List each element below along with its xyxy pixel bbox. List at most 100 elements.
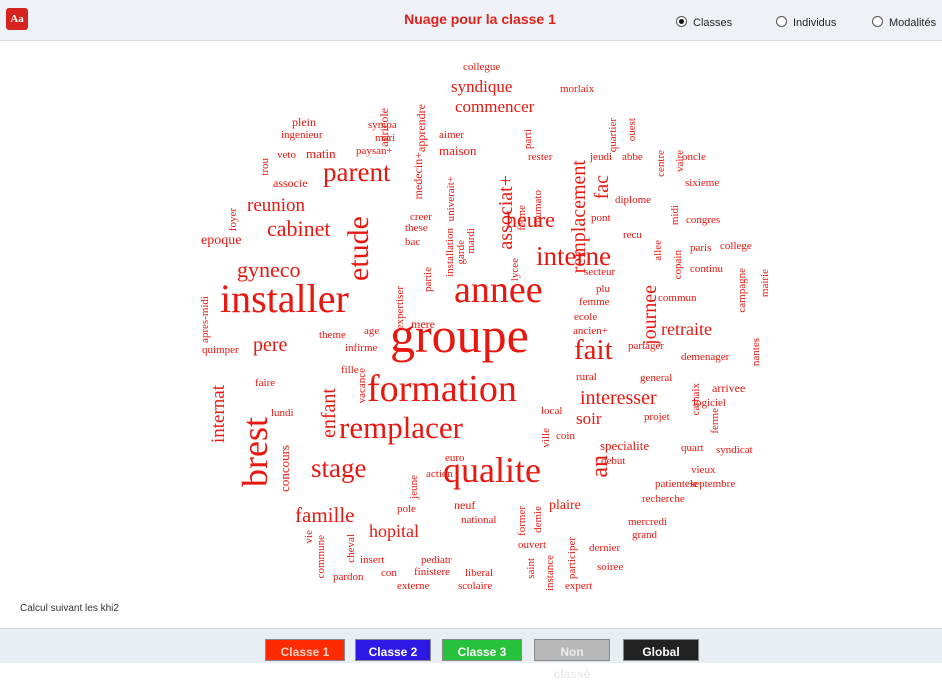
- cloud-word: aimer: [439, 129, 465, 141]
- cloud-word: pole: [397, 503, 416, 515]
- cloud-word: septembre: [690, 478, 736, 490]
- cloud-word: univerait+: [445, 176, 457, 222]
- word-cloud: collegue syndique agricole apprendre morlaix…: [0, 40, 942, 600]
- non-classe-button[interactable]: Non classé: [534, 639, 610, 681]
- cloud-word: stage: [311, 453, 367, 483]
- cloud-word: diplome: [615, 194, 652, 206]
- classe-1-button[interactable]: Classe 1: [265, 639, 345, 661]
- classe-2-button[interactable]: Classe 2: [355, 639, 431, 661]
- top-toolbar: Aa Nuage pour la classe 1 Classes Indivi…: [0, 0, 942, 41]
- cloud-word: interesser: [580, 387, 657, 409]
- cloud-word: bac: [405, 236, 421, 248]
- cloud-word: general: [640, 372, 673, 384]
- cloud-word: infirme: [345, 342, 378, 354]
- radio-unselected-icon: [872, 16, 883, 27]
- cloud-word: jeune: [408, 475, 420, 499]
- cloud-word: fac: [591, 175, 613, 200]
- cloud-word: vie: [303, 530, 315, 544]
- cloud-word: heure: [506, 207, 555, 232]
- cloud-word: annee: [454, 269, 543, 311]
- cloud-word: saint: [525, 558, 537, 579]
- cloud-word: etude: [342, 216, 375, 281]
- cloud-word: quartier: [607, 118, 619, 153]
- cloud-word: quart: [681, 442, 704, 454]
- cloud-word: jeudi: [590, 151, 612, 163]
- class-selector-bar: Classe 1 Classe 2 Classe 3 Non classé Gl…: [0, 628, 942, 681]
- cloud-word: internat: [208, 385, 229, 444]
- cloud-word: abbe: [622, 151, 643, 163]
- cloud-word: finistere: [414, 566, 451, 578]
- radio-individus[interactable]: Individus: [776, 16, 836, 29]
- cloud-word: copain: [672, 250, 684, 280]
- cloud-word: cheval: [345, 534, 357, 563]
- radio-classes[interactable]: Classes: [676, 16, 732, 29]
- cloud-word: pere: [253, 334, 288, 356]
- cloud-word: ecole: [574, 311, 598, 323]
- cloud-word: pardon: [333, 571, 364, 583]
- cloud-word: quimper: [202, 344, 239, 356]
- cloud-word: brest: [235, 417, 275, 487]
- cloud-word: groupe: [390, 307, 529, 363]
- cloud-word: demie: [532, 506, 544, 533]
- cloud-word: medecin+: [411, 152, 425, 200]
- cloud-word: specialite: [600, 438, 650, 453]
- cloud-word: secteur: [584, 266, 616, 278]
- cloud-word: neuf: [454, 498, 476, 512]
- cloud-word: hopital: [369, 521, 419, 541]
- cloud-word: mari: [375, 132, 396, 144]
- page-title: Nuage pour la classe 1: [404, 11, 556, 27]
- global-button[interactable]: Global: [623, 639, 699, 661]
- cloud-word: partie: [422, 267, 434, 293]
- cloud-word: liberal: [465, 567, 494, 579]
- cloud-word: veto: [277, 149, 296, 161]
- cloud-word: these: [405, 222, 428, 234]
- cloud-word: syndique: [451, 77, 513, 96]
- cloud-word: paysan+: [356, 145, 393, 157]
- cloud-word: local: [541, 405, 563, 417]
- cloud-word: an: [587, 455, 613, 478]
- cloud-word: famille: [295, 503, 355, 527]
- cloud-word: parti: [522, 129, 534, 150]
- radio-label: Individus: [793, 17, 837, 29]
- cloud-word: rural: [576, 371, 597, 383]
- cloud-word: foyer: [227, 208, 239, 232]
- cloud-word: soir: [576, 409, 602, 428]
- cloud-word: demenager: [681, 351, 730, 363]
- cloud-word: sixieme: [685, 177, 720, 189]
- cloud-word: commencer: [455, 97, 535, 116]
- calculation-note: Calcul suivant les khi2: [20, 603, 119, 614]
- cloud-word: apprendre: [414, 104, 428, 152]
- radio-selected-icon: [676, 16, 687, 27]
- cloud-word: mairie: [759, 269, 771, 298]
- cloud-word: grand: [632, 529, 658, 541]
- cloud-word: commune: [315, 535, 327, 579]
- cloud-word: congres: [686, 214, 721, 226]
- cloud-word: paris: [690, 242, 712, 254]
- cloud-word: plein: [292, 115, 316, 129]
- radio-modalites[interactable]: Modalités: [872, 16, 936, 29]
- classe-3-button[interactable]: Classe 3: [442, 639, 522, 661]
- cloud-word: vieux: [691, 464, 716, 476]
- cloud-word: rester: [528, 151, 553, 163]
- cloud-word: fait: [574, 334, 613, 366]
- radio-unselected-icon: [776, 16, 787, 27]
- cloud-word: installer: [220, 276, 349, 321]
- cloud-word: syndicat: [716, 444, 753, 456]
- cloud-word: centre: [655, 150, 667, 177]
- cloud-word: sympa: [368, 119, 397, 131]
- cloud-word: remplacer: [339, 410, 463, 445]
- cloud-word: collegue: [463, 61, 501, 73]
- cloud-word: ferme: [709, 408, 721, 434]
- cloud-word: ouest: [626, 118, 638, 142]
- cloud-word: continu: [690, 263, 723, 275]
- cloud-word: concours: [277, 445, 292, 492]
- cloud-word: apres-midi: [199, 296, 211, 344]
- cloud-word: trou: [259, 158, 271, 176]
- cloud-word: parent: [323, 157, 391, 187]
- cloud-word: projet: [644, 411, 670, 423]
- cloud-word: garde: [455, 240, 467, 265]
- radio-label: Modalités: [889, 17, 937, 29]
- cloud-word: allee: [652, 240, 664, 261]
- cloud-word: midi: [669, 205, 681, 226]
- app-font-icon[interactable]: Aa: [6, 8, 28, 30]
